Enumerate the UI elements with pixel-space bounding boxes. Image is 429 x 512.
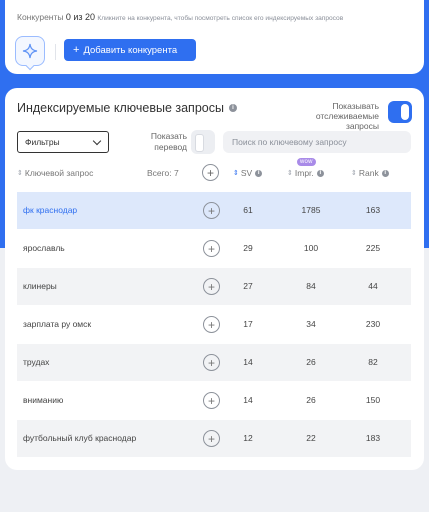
show-tracked-toggle[interactable] <box>388 101 412 123</box>
column-rank-label: Rank <box>358 168 379 178</box>
competitors-summary: Конкуренты 0 из 20 Кликните на конкурент… <box>17 12 343 22</box>
info-icon[interactable]: i <box>316 169 324 177</box>
column-keyword-label: Ключевой запрос <box>24 168 94 178</box>
plus-circle-icon[interactable]: + <box>203 240 220 257</box>
divider <box>55 44 56 60</box>
info-icon[interactable]: i <box>255 169 263 177</box>
row-rank: 225 <box>365 243 381 253</box>
table-row[interactable]: трудах + 14 26 82 <box>17 344 411 381</box>
add-all-plus-circle-icon[interactable]: + <box>202 164 219 181</box>
table-row[interactable]: ярославль + 29 100 225 <box>17 230 411 267</box>
show-tracked-label: Показывать отслеживаемые запросы <box>315 101 379 131</box>
row-rank: 230 <box>365 319 381 329</box>
table-row[interactable]: футбольный клуб краснодар + 12 22 183 <box>17 420 411 457</box>
plus-circle-icon[interactable]: + <box>203 316 220 333</box>
column-impr-label: Impr. <box>294 168 314 178</box>
row-rank: 150 <box>365 395 381 405</box>
competitors-count: 0 из 20 <box>65 12 96 22</box>
row-sv: 14 <box>243 357 253 367</box>
keywords-title-text: Индексируемые ключевые запросы <box>17 101 224 115</box>
row-keyword[interactable]: вниманию <box>23 395 63 405</box>
keywords-title: Индексируемые ключевые запросы i <box>17 101 237 115</box>
table-row[interactable]: клинеры + 27 84 44 <box>17 268 411 305</box>
table-row[interactable]: фк краснодар + 61 1785 163 <box>17 192 411 229</box>
plus-circle-icon[interactable]: + <box>203 430 220 447</box>
row-sv: 61 <box>243 205 253 215</box>
row-keyword[interactable]: зарплата ру омск <box>23 319 91 329</box>
total-count: Всего: 7 <box>147 168 179 178</box>
sparkle-icon <box>22 43 38 59</box>
row-sv: 17 <box>243 319 253 329</box>
sort-arrows-icon: ⇕ <box>351 170 357 177</box>
row-keyword[interactable]: футбольный клуб краснодар <box>23 433 136 443</box>
filters-label: Фильтры <box>25 137 60 147</box>
row-impr: 22 <box>306 433 316 443</box>
sort-arrows-icon: ⇕ <box>233 170 239 177</box>
competitors-hint: Кликните на конкурента, чтобы посмотреть… <box>97 15 344 22</box>
wow-badge: wow <box>297 158 316 166</box>
column-sv-label: SV <box>240 168 253 178</box>
row-impr: 26 <box>306 395 316 405</box>
row-rank: 82 <box>368 357 378 367</box>
column-header-rank[interactable]: ⇕ Rank i <box>351 168 389 178</box>
show-translation-toggle[interactable] <box>191 130 215 154</box>
show-translation-label: Показать перевод <box>150 131 187 152</box>
sort-arrows-icon: ⇕ <box>17 170 23 177</box>
table-row[interactable]: вниманию + 14 26 150 <box>17 382 411 419</box>
plus-icon: + <box>73 44 80 56</box>
filters-dropdown[interactable]: Фильтры <box>17 131 109 153</box>
row-sv: 12 <box>243 433 253 443</box>
plus-circle-icon[interactable]: + <box>203 202 220 219</box>
row-keyword[interactable]: клинеры <box>23 281 57 291</box>
plus-circle-icon[interactable]: + <box>203 278 220 295</box>
add-competitor-label: Добавить конкурента <box>83 44 178 56</box>
table-row[interactable]: зарплата ру омск + 17 34 230 <box>17 306 411 343</box>
plus-circle-icon[interactable]: + <box>203 354 220 371</box>
column-header-impr[interactable]: ⇕ Impr. i <box>287 168 324 178</box>
chevron-down-icon <box>92 136 102 146</box>
row-impr: 34 <box>306 319 316 329</box>
info-icon[interactable]: i <box>228 104 237 112</box>
row-sv: 29 <box>243 243 253 253</box>
competitors-panel: Конкуренты 0 из 20 Кликните на конкурент… <box>5 0 424 74</box>
row-sv: 27 <box>243 281 253 291</box>
sort-arrows-icon: ⇕ <box>287 170 293 177</box>
row-keyword[interactable]: фк краснодар <box>23 205 77 215</box>
row-rank: 44 <box>368 281 378 291</box>
keywords-panel: Индексируемые ключевые запросы i Показыв… <box>5 88 424 470</box>
column-header-sv[interactable]: ⇕ SV i <box>233 168 263 178</box>
column-header-keyword[interactable]: ⇕ Ключевой запрос <box>17 168 93 178</box>
row-impr: 100 <box>303 243 319 253</box>
row-sv: 14 <box>243 395 253 405</box>
keyword-search-input[interactable] <box>223 131 411 153</box>
row-impr: 26 <box>306 357 316 367</box>
row-rank: 163 <box>365 205 381 215</box>
row-impr: 1785 <box>301 205 321 215</box>
row-keyword[interactable]: трудах <box>23 357 49 367</box>
row-keyword[interactable]: ярославль <box>23 243 65 253</box>
competitors-label: Конкуренты <box>17 12 64 22</box>
info-icon[interactable]: i <box>381 169 389 177</box>
row-impr: 84 <box>306 281 316 291</box>
add-competitor-button[interactable]: + Добавить конкурента <box>64 39 196 61</box>
row-rank: 183 <box>365 433 381 443</box>
plus-circle-icon[interactable]: + <box>203 392 220 409</box>
